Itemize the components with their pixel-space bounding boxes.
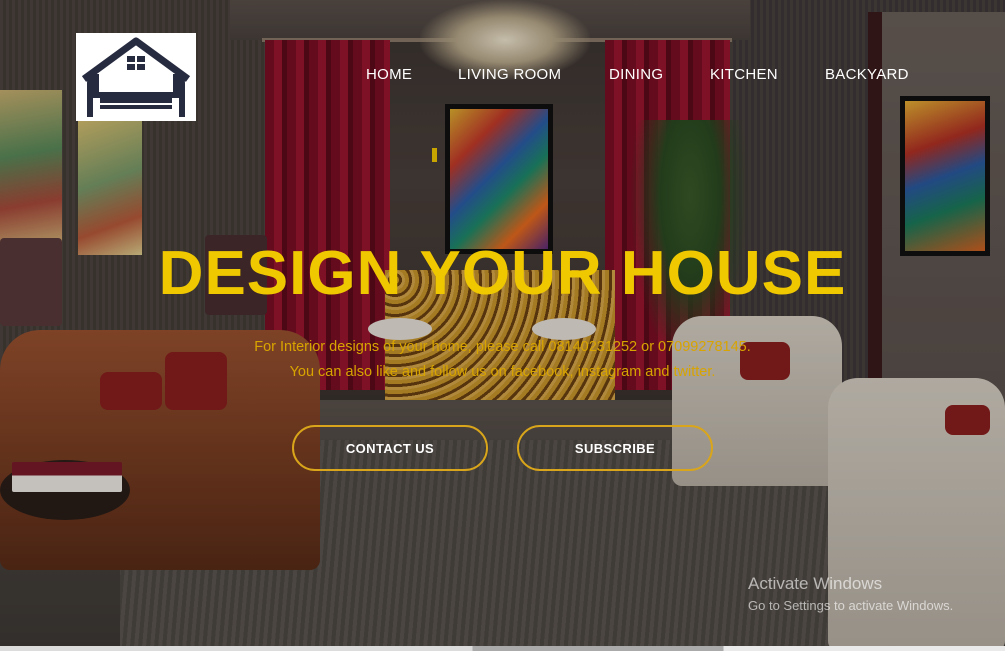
- bottom-strip: [0, 646, 1005, 651]
- subscribe-button[interactable]: SUBSCRIBE: [517, 425, 713, 471]
- contact-us-button[interactable]: CONTACT US: [292, 425, 488, 471]
- hero-subtitle-contact: For Interior designs of your home, pleas…: [254, 339, 751, 355]
- watermark-title: Activate Windows: [748, 574, 883, 593]
- nav-link-backyard[interactable]: BACKYARD: [825, 66, 909, 83]
- nav-link-living-room[interactable]: LIVING ROOM: [458, 66, 561, 83]
- nav-link-dining[interactable]: DINING: [609, 66, 663, 83]
- nav-link-home[interactable]: HOME: [366, 66, 412, 83]
- house-sofa-icon: [81, 37, 191, 117]
- activate-windows-watermark: Activate Windows Go to Settings to activ…: [748, 574, 953, 613]
- logo[interactable]: [76, 33, 196, 121]
- hero-title: DESIGN YOUR HOUSE: [158, 239, 847, 308]
- watermark-subtitle: Go to Settings to activate Windows.: [748, 598, 954, 613]
- text-cursor: [432, 148, 437, 162]
- hero-subtitle-social: You can also like and follow us on faceb…: [289, 364, 716, 380]
- nav-link-kitchen[interactable]: KITCHEN: [710, 66, 778, 83]
